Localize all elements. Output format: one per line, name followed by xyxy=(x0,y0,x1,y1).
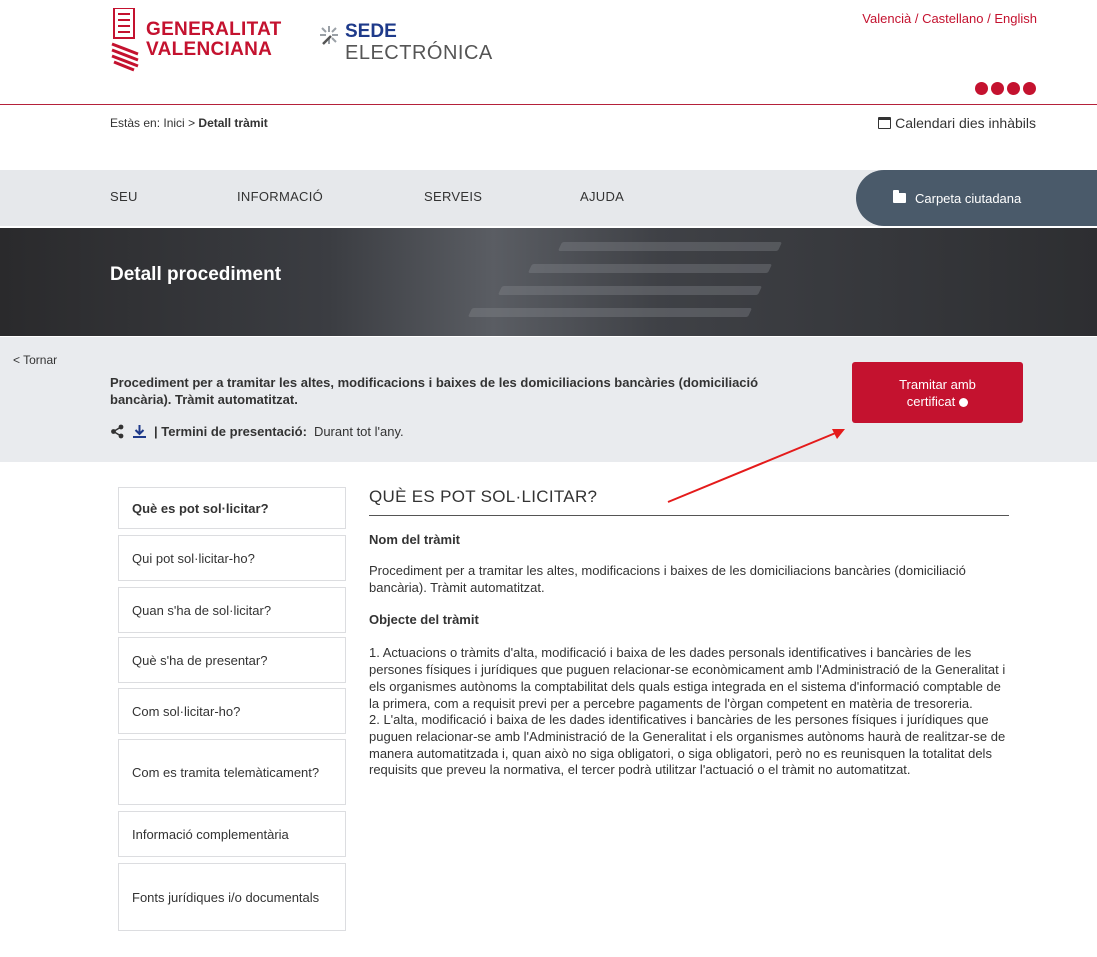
back-link[interactable]: < Tornar xyxy=(13,353,57,367)
banner-decoration xyxy=(527,264,773,273)
menu-item-que-es-pot[interactable]: Què es pot sol·licitar? xyxy=(118,487,346,529)
nav-item-informacio[interactable]: INFORMACIÓ xyxy=(237,189,323,204)
facebook-icon[interactable] xyxy=(975,82,988,95)
carpeta-label: Carpeta ciutadana xyxy=(915,190,1022,206)
share-icon[interactable] xyxy=(110,424,125,439)
procedure-title: Procediment per a tramitar les altes, mo… xyxy=(110,375,759,407)
menu-item-fonts-juridiques[interactable]: Fonts jurídiques i/o documentals xyxy=(118,863,346,931)
nav-item-serveis[interactable]: SERVEIS xyxy=(424,189,482,204)
button-label-line-2: certificat xyxy=(906,393,956,409)
youtube-icon[interactable] xyxy=(991,82,1004,95)
site-header: GENERALITAT VALENCIANA SEDE ELECTRÓNICA … xyxy=(0,0,1097,105)
nav-item-seu[interactable]: SEU xyxy=(110,189,138,204)
lang-valencia[interactable]: Valencià xyxy=(862,11,911,26)
generalitat-name: GENERALITAT VALENCIANA xyxy=(146,20,282,60)
sede-line-2: ELECTRÓNICA xyxy=(345,42,493,64)
instagram-icon[interactable] xyxy=(1007,82,1020,95)
social-links xyxy=(975,82,1036,95)
menu-item-informacio-complementaria[interactable]: Informació complementària xyxy=(118,811,346,857)
carpeta-ciutadana-button[interactable]: Carpeta ciutadana xyxy=(856,170,1097,226)
menu-item-com-es-tramita[interactable]: Com es tramita telemàticament? xyxy=(118,739,346,805)
sede-electronica-logo[interactable]: SEDE ELECTRÓNICA xyxy=(317,22,537,66)
calendar-link-label: Calendari dies inhàbils xyxy=(895,115,1036,131)
generalitat-line-1: GENERALITAT xyxy=(146,19,282,40)
banner-decoration xyxy=(497,286,763,295)
sede-sparkle-icon xyxy=(320,26,338,45)
sede-line-1: SEDE xyxy=(345,21,397,42)
tramitar-certificat-button[interactable]: Tramitar amb certificat xyxy=(852,362,1023,423)
breadcrumb-separator: > xyxy=(188,116,196,130)
deadline-value: Durant tot l'any. xyxy=(313,424,404,439)
folder-icon xyxy=(893,190,906,203)
twitter-icon[interactable] xyxy=(1023,82,1036,95)
object-paragraph-1: 1. Actuacions o tràmits d'alta, modifica… xyxy=(369,645,1006,711)
menu-item-quan[interactable]: Quan s'ha de sol·licitar? xyxy=(118,587,346,633)
page-title: Detall procediment xyxy=(110,264,282,285)
nav-item-ajuda[interactable]: AJUDA xyxy=(580,189,624,204)
menu-item-qui-pot[interactable]: Qui pot sol·licitar-ho? xyxy=(118,535,346,581)
breadcrumb-prefix: Estàs en: xyxy=(110,116,161,130)
breadcrumb-current: Detall tràmit xyxy=(198,116,268,130)
menu-item-com-sollicitar[interactable]: Com sol·licitar-ho? xyxy=(118,688,346,734)
procedure-meta: | Termini de presentació: Durant tot l'a… xyxy=(110,424,404,439)
breadcrumb: Estàs en: Inici > Detall tràmit xyxy=(110,116,268,130)
download-icon[interactable] xyxy=(132,424,147,439)
lang-english[interactable]: English xyxy=(994,11,1037,26)
lang-separator: / xyxy=(914,11,923,26)
main-content: QUÈ ES POT SOL·LICITAR? Nom del tràmit P… xyxy=(369,487,1009,779)
breadcrumb-home-link[interactable]: Inici xyxy=(163,116,184,130)
deadline-label: | Termini de presentació: xyxy=(154,424,307,439)
certificate-icon xyxy=(959,397,969,407)
lang-castellano[interactable]: Castellano xyxy=(922,11,983,26)
name-label: Nom del tràmit xyxy=(369,532,461,547)
calendar-icon xyxy=(878,117,892,129)
page-banner: Detall procediment xyxy=(0,228,1097,336)
generalitat-logo[interactable]: GENERALITAT VALENCIANA xyxy=(110,8,290,80)
banner-decoration xyxy=(467,308,753,317)
calendar-link[interactable]: Calendari dies inhàbils xyxy=(878,115,1036,131)
language-selector: Valencià / Castellano / English xyxy=(862,11,1037,26)
banner-decoration xyxy=(557,242,783,251)
button-label-line-1: Tramitar amb xyxy=(899,376,976,392)
menu-item-que-presentar[interactable]: Què s'ha de presentar? xyxy=(118,637,346,683)
object-label: Objecte del tràmit xyxy=(369,612,479,628)
name-text: Procediment per a tramitar les altes, mo… xyxy=(369,563,966,595)
generalitat-emblem-icon xyxy=(111,8,139,72)
object-paragraph-2: 2. L'alta, modificació i baixa de les da… xyxy=(369,712,1006,778)
section-title: QUÈ ES POT SOL·LICITAR? xyxy=(369,487,1009,516)
generalitat-line-2: VALENCIANA xyxy=(146,39,273,60)
